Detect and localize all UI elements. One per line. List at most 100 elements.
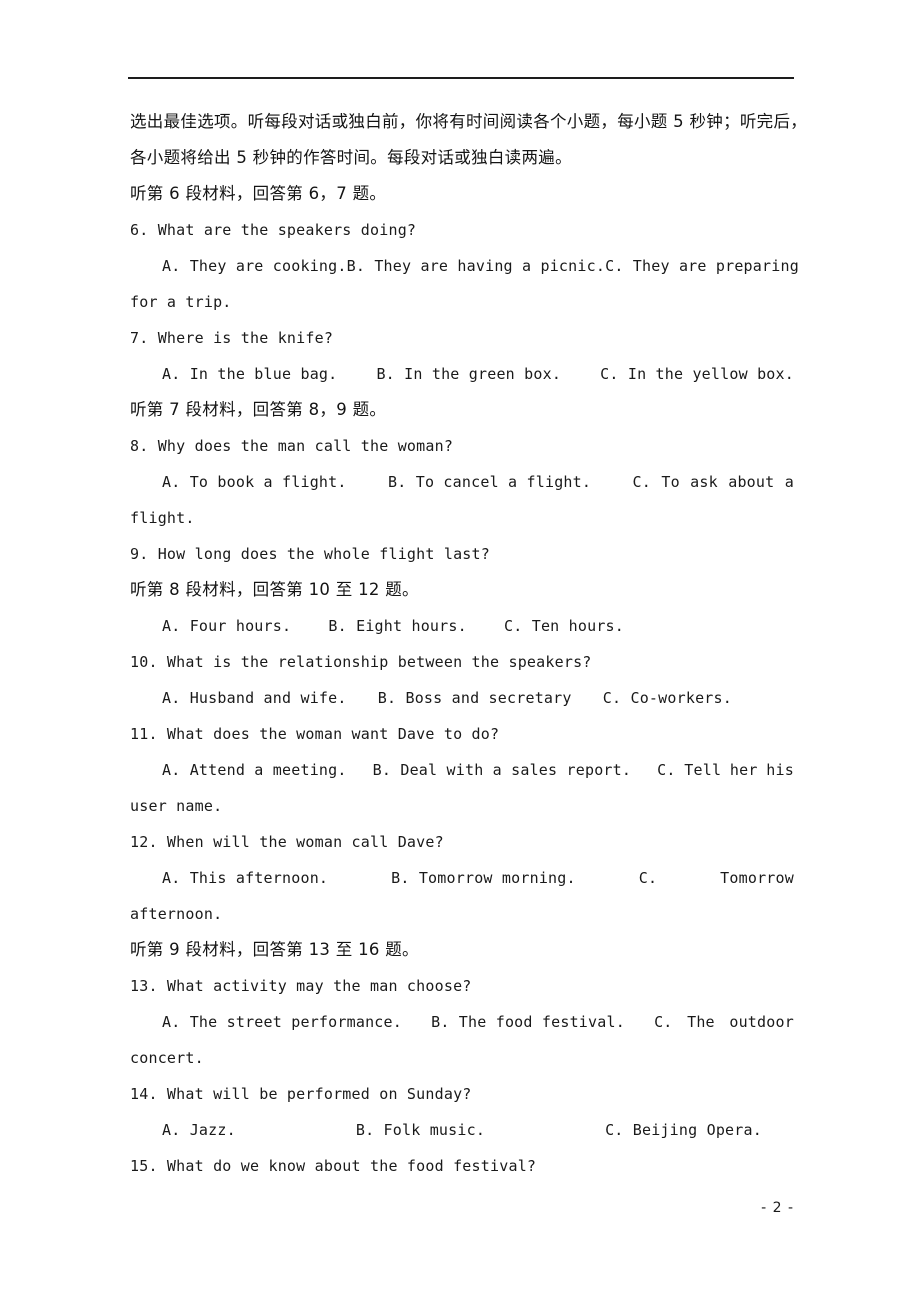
- question-13-option-a[interactable]: A. The street performance.: [162, 1004, 402, 1040]
- instruction-line-2: 各小题将给出 5 秒钟的作答时间。每段对话或独白读两遍。: [130, 140, 794, 176]
- question-8-option-c-part-4: a: [784, 473, 794, 491]
- question-13-stem-text: 13. What activity may the man choose?: [130, 977, 472, 995]
- exam-page: 选出最佳选项。听每段对话或独白前，你将有时间阅读各个小题，每小题 5 秒钟；听完…: [0, 0, 920, 1302]
- page-content: 选出最佳选项。听每段对话或独白前，你将有时间阅读各个小题，每小题 5 秒钟；听完…: [130, 104, 807, 1184]
- question-11-option-c-wrap: user name.: [130, 788, 794, 824]
- page-number-text: - 2 -: [761, 1200, 794, 1216]
- question-13-option-c-wrap: concert.: [130, 1040, 794, 1076]
- instruction-line-2-text: 各小题将给出 5 秒钟的作答时间。每段对话或独白读两遍。: [130, 148, 572, 167]
- question-12-options: A. This afternoon. B. Tomorrow morning. …: [130, 860, 794, 896]
- question-6-option-c-wrap-text: for a trip.: [130, 293, 232, 311]
- question-11-option-c-part-0: C.: [657, 761, 676, 779]
- question-12-option-c-wrap-text: afternoon.: [130, 905, 223, 923]
- question-11-option-c-part-1: Tell: [684, 761, 722, 779]
- question-11-stem: 11. What does the woman want Dave to do?: [130, 716, 794, 752]
- question-9-option-b[interactable]: B. Eight hours.: [328, 608, 466, 644]
- question-13-option-b[interactable]: B. The food festival.: [431, 1004, 625, 1040]
- section-header-9: 听第 9 段材料，回答第 13 至 16 题。: [130, 932, 794, 968]
- section-header-8-label: 听第 8 段材料，回答第 10 至 12 题。: [130, 580, 419, 599]
- question-9-options: A. Four hours. B. Eight hours. C. Ten ho…: [130, 608, 794, 644]
- question-7-stem-text: 7. Where is the knife?: [130, 329, 334, 347]
- question-7-option-a[interactable]: A. In the blue bag.: [162, 356, 337, 392]
- question-14-stem: 14. What will be performed on Sunday?: [130, 1076, 794, 1112]
- question-6-option-c[interactable]: C. They are preparing: [605, 248, 799, 284]
- question-14-option-b[interactable]: B. Folk music.: [356, 1112, 485, 1148]
- question-10-option-c[interactable]: C. Co-workers.: [603, 680, 794, 716]
- question-11-option-c-part-3: his: [766, 761, 794, 779]
- question-13-option-c-part-0: C.: [654, 1013, 673, 1031]
- question-11-option-b[interactable]: B. Deal with a sales report.: [373, 752, 631, 788]
- question-14-option-c[interactable]: C. Beijing Opera.: [605, 1112, 794, 1148]
- question-10-option-b[interactable]: B. Boss and secretary: [378, 680, 572, 716]
- question-9-stem: 9. How long does the whole flight last?: [130, 536, 794, 572]
- question-8-option-c-wrap-text: flight.: [130, 509, 195, 527]
- section-header-8: 听第 8 段材料，回答第 10 至 12 题。: [130, 572, 794, 608]
- header-divider-rule: [128, 77, 794, 79]
- question-11-option-a[interactable]: A. Attend a meeting.: [162, 752, 347, 788]
- question-10-options: A. Husband and wife. B. Boss and secreta…: [130, 680, 794, 716]
- question-11-option-c[interactable]: C. Tell her his: [657, 752, 794, 788]
- question-8-option-a[interactable]: A. To book a flight.: [162, 464, 347, 500]
- question-8-options: A. To book a flight. B. To cancel a flig…: [130, 464, 794, 500]
- question-14-option-a[interactable]: A. Jazz.: [162, 1112, 236, 1148]
- question-12-option-a[interactable]: A. This afternoon.: [162, 860, 328, 896]
- question-6-stem-text: 6. What are the speakers doing?: [130, 221, 417, 239]
- page-number-footer: - 2 -: [761, 1200, 794, 1216]
- question-7-option-b[interactable]: B. In the green box.: [376, 356, 561, 392]
- question-8-option-c-wrap: flight.: [130, 500, 794, 536]
- instruction-line-1-text: 选出最佳选项。听每段对话或独白前，你将有时间阅读各个小题，每小题 5 秒钟；听完…: [130, 112, 808, 131]
- question-9-option-c[interactable]: C. Ten hours.: [504, 608, 794, 644]
- question-13-option-c-part-2: outdoor: [729, 1013, 794, 1031]
- question-12-option-c-label[interactable]: C.: [639, 860, 657, 896]
- question-13-option-c[interactable]: C. The outdoor: [654, 1004, 794, 1040]
- question-8-option-c[interactable]: C. To ask about a: [633, 464, 794, 500]
- question-11-option-c-part-2: her: [729, 761, 758, 779]
- question-12-option-c-text[interactable]: Tomorrow: [720, 860, 794, 896]
- question-6-option-b[interactable]: B. They are having a picnic.: [347, 248, 605, 284]
- section-header-6-label: 听第 6 段材料，回答第 6，7 题。: [130, 184, 387, 203]
- question-12-stem: 12. When will the woman call Dave?: [130, 824, 794, 860]
- question-10-stem-text: 10. What is the relationship between the…: [130, 653, 592, 671]
- question-12-stem-text: 12. When will the woman call Dave?: [130, 833, 444, 851]
- question-13-option-c-part-1: The: [687, 1013, 715, 1031]
- question-10-stem: 10. What is the relationship between the…: [130, 644, 794, 680]
- section-header-6: 听第 6 段材料，回答第 6，7 题。: [130, 176, 794, 212]
- question-14-options: A. Jazz. B. Folk music. C. Beijing Opera…: [130, 1112, 794, 1148]
- question-6-option-a[interactable]: A. They are cooking.: [162, 248, 347, 284]
- question-11-options: A. Attend a meeting. B. Deal with a sale…: [130, 752, 794, 788]
- question-10-option-a[interactable]: A. Husband and wife.: [162, 680, 347, 716]
- question-12-option-b[interactable]: B. Tomorrow morning.: [391, 860, 576, 896]
- question-8-option-b[interactable]: B. To cancel a flight.: [388, 464, 591, 500]
- question-13-stem: 13. What activity may the man choose?: [130, 968, 794, 1004]
- question-9-stem-text: 9. How long does the whole flight last?: [130, 545, 490, 563]
- question-9-option-a[interactable]: A. Four hours.: [162, 608, 291, 644]
- question-11-option-c-wrap-text: user name.: [130, 797, 223, 815]
- instruction-line-1: 选出最佳选项。听每段对话或独白前，你将有时间阅读各个小题，每小题 5 秒钟；听完…: [130, 104, 807, 140]
- section-header-9-label: 听第 9 段材料，回答第 13 至 16 题。: [130, 940, 419, 959]
- question-7-options: A. In the blue bag. B. In the green box.…: [130, 356, 794, 392]
- section-header-7: 听第 7 段材料，回答第 8，9 题。: [130, 392, 794, 428]
- question-6-options: A. They are cooking. B. They are having …: [130, 248, 799, 284]
- question-7-option-c[interactable]: C. In the yellow box.: [600, 356, 794, 392]
- question-8-stem-text: 8. Why does the man call the woman?: [130, 437, 454, 455]
- question-8-option-c-part-3: about: [728, 473, 775, 491]
- question-13-option-c-wrap-text: concert.: [130, 1049, 204, 1067]
- question-7-stem: 7. Where is the knife?: [130, 320, 794, 356]
- question-15-stem: 15. What do we know about the food festi…: [130, 1148, 794, 1184]
